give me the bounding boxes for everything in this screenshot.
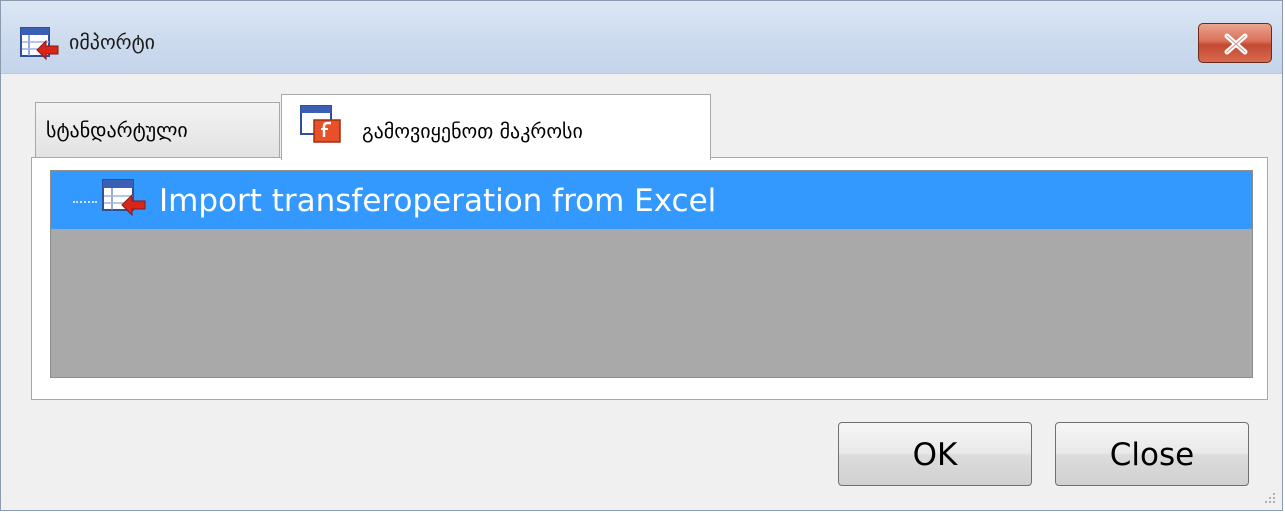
macro-script-icon <box>298 104 344 144</box>
ok-button[interactable]: OK <box>838 422 1032 486</box>
close-button[interactable]: Close <box>1055 422 1249 486</box>
tree-connector <box>73 201 97 203</box>
tab-standard-label: სტანდარტული <box>46 118 188 142</box>
import-table-icon <box>101 178 147 218</box>
tab-use-macro[interactable]: გამოვიყენოთ მაკროსი <box>281 94 711 160</box>
window-title: იმპორტი <box>69 30 156 54</box>
import-dialog: იმპორტი სტანდარტული გამოვიყენოთ მაკროსი <box>0 0 1283 511</box>
title-bar[interactable]: იმპორტი <box>1 1 1282 74</box>
macro-tree[interactable]: Import transferoperation from Excel <box>50 170 1253 378</box>
resize-grip-icon[interactable] <box>1262 490 1276 504</box>
close-x-icon <box>1224 33 1248 55</box>
close-window-button[interactable] <box>1198 23 1272 63</box>
tree-item-label: Import transferoperation from Excel <box>159 183 717 219</box>
tab-use-macro-label: გამოვიყენოთ მაკროსი <box>362 119 583 143</box>
tab-standard[interactable]: სტანდარტული <box>35 102 280 158</box>
tab-panel: Import transferoperation from Excel <box>31 157 1268 400</box>
tree-item[interactable]: Import transferoperation from Excel <box>51 171 1252 229</box>
import-table-icon <box>20 27 60 61</box>
